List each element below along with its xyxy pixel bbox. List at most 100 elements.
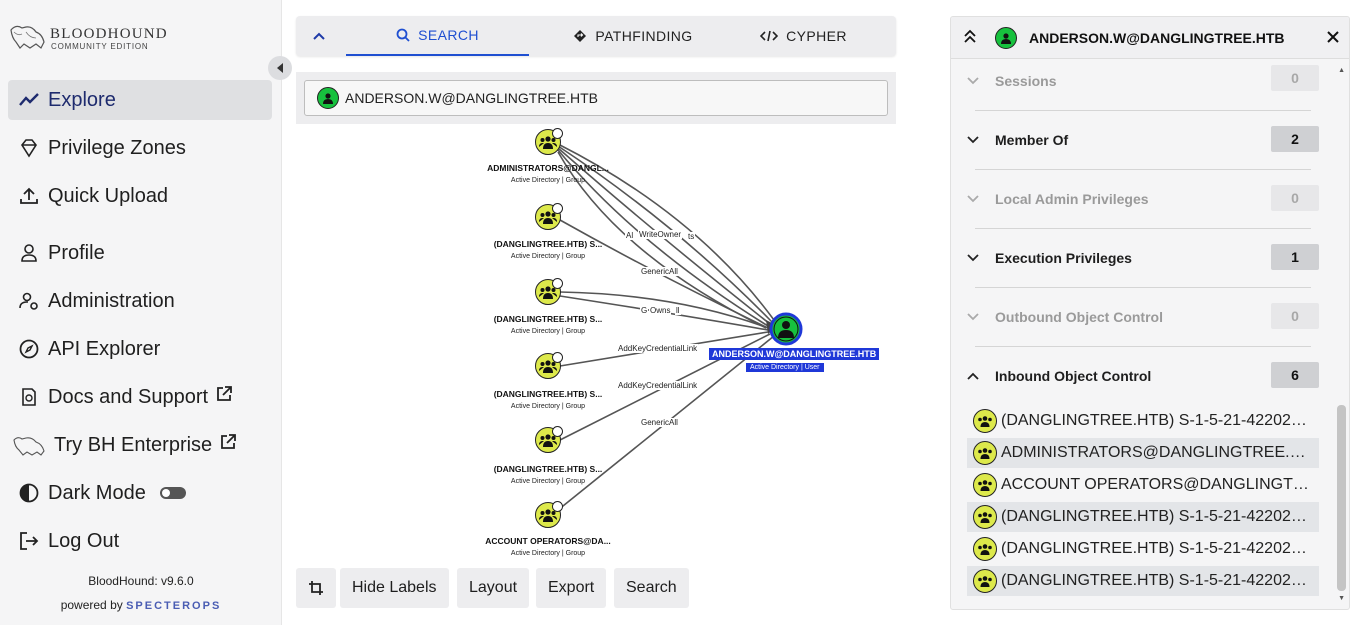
list-item[interactable]: (DANGLINGTREE.HTB) S-1-5-21-4220238... bbox=[967, 406, 1319, 436]
graph-node-label: (DANGLINGTREE.HTB) S... bbox=[493, 389, 603, 399]
edge-label: WriteOwner bbox=[638, 230, 683, 239]
tab-search-label: SEARCH bbox=[418, 27, 479, 43]
gem-icon bbox=[18, 137, 40, 159]
hound-logo-icon bbox=[10, 25, 45, 49]
graph-search-button[interactable]: Search bbox=[614, 568, 689, 608]
graph-node-type: Active Directory | Group bbox=[510, 328, 586, 335]
section-count: 0 bbox=[1271, 65, 1319, 91]
triangle-left-icon bbox=[277, 63, 283, 73]
directions-icon bbox=[573, 29, 587, 43]
tier-zero-badge-icon bbox=[552, 278, 563, 289]
nav-quick-upload-label: Quick Upload bbox=[48, 184, 169, 207]
graph-node-label: ACCOUNT OPERATORS@DA... bbox=[485, 536, 611, 546]
graph-node-label: (DANGLINGTREE.HTB) S... bbox=[493, 314, 603, 324]
list-item[interactable]: (DANGLINGTREE.HTB) S-1-5-21-4220238... bbox=[967, 502, 1319, 532]
collapse-search-button[interactable] bbox=[306, 25, 332, 47]
tier-zero-badge-icon bbox=[552, 426, 563, 437]
graph-node-type: Active Directory | Group bbox=[510, 253, 586, 260]
dark-mode-toggle[interactable] bbox=[159, 487, 186, 499]
nav-dark-mode-label: Dark Mode bbox=[48, 481, 146, 504]
section-execution-privileges[interactable]: Execution Privileges 1 bbox=[963, 238, 1319, 278]
nav-log-out[interactable]: Log Out bbox=[8, 521, 272, 561]
nav-explore[interactable]: Explore bbox=[8, 80, 272, 120]
scrollbar-thumb[interactable] bbox=[1337, 405, 1346, 591]
sidebar: BLOODHOUND COMMUNITY EDITION Explore Pri… bbox=[0, 0, 292, 625]
nav-log-out-label: Log Out bbox=[48, 529, 120, 552]
group-icon bbox=[973, 505, 997, 529]
group-icon bbox=[973, 569, 997, 593]
section-inbound-object-control[interactable]: Inbound Object Control 6 bbox=[963, 356, 1319, 396]
doc-search-icon bbox=[18, 386, 40, 408]
crop-icon bbox=[309, 581, 323, 595]
graph-node-type: Active Directory | Group bbox=[510, 550, 586, 557]
section-local-admin[interactable]: Local Admin Privileges 0 bbox=[963, 179, 1319, 219]
list-item[interactable]: ACCOUNT OPERATORS@DANGLINGTRE... bbox=[967, 470, 1319, 500]
scroll-down-arrow-icon[interactable]: ▼ bbox=[1338, 595, 1345, 602]
compass-icon bbox=[18, 338, 40, 360]
divider bbox=[975, 110, 1311, 111]
section-count: 2 bbox=[1271, 126, 1319, 152]
search-icon bbox=[396, 28, 410, 42]
nav-administration-label: Administration bbox=[48, 289, 175, 312]
entity-panel-header: ANDERSON.W@DANGLINGTREE.HTB bbox=[951, 17, 1349, 59]
edge-label: G bbox=[640, 306, 649, 315]
double-chevron-up-icon bbox=[964, 29, 976, 43]
section-member-of[interactable]: Member Of 2 bbox=[963, 120, 1319, 160]
tier-zero-badge-icon bbox=[552, 128, 563, 139]
layout-button[interactable]: Layout bbox=[457, 568, 530, 608]
list-item-label: (DANGLINGTREE.HTB) S-1-5-21-4220238... bbox=[1001, 508, 1311, 525]
nav-administration[interactable]: Administration bbox=[8, 281, 272, 321]
tab-search[interactable]: SEARCH bbox=[346, 16, 529, 56]
list-item-label: ADMINISTRATORS@DANGLINGTREE.HTB bbox=[1001, 444, 1311, 461]
bloodhound-logo[interactable]: BLOODHOUND COMMUNITY EDITION bbox=[8, 22, 178, 54]
chevron-down-icon bbox=[963, 195, 983, 203]
powered-by: powered by SPECTEROPS bbox=[0, 598, 282, 612]
graph-node-type: Active Directory | Group bbox=[510, 478, 586, 485]
section-label: Execution Privileges bbox=[995, 250, 1132, 266]
person-icon bbox=[18, 242, 40, 264]
group-icon bbox=[973, 409, 997, 433]
section-outbound-object-control[interactable]: Outbound Object Control 0 bbox=[963, 297, 1319, 337]
nav-try-bh-enterprise[interactable]: Try BH Enterprise bbox=[8, 425, 272, 465]
section-count: 6 bbox=[1271, 362, 1319, 388]
nav-api-explorer[interactable]: API Explorer bbox=[8, 329, 272, 369]
section-count: 1 bbox=[1271, 244, 1319, 270]
section-count: 0 bbox=[1271, 185, 1319, 211]
list-item[interactable]: (DANGLINGTREE.HTB) S-1-5-21-4220238... bbox=[967, 566, 1319, 596]
close-icon[interactable] bbox=[1327, 27, 1339, 48]
nav-dark-mode[interactable]: Dark Mode bbox=[8, 473, 272, 513]
graph-canvas[interactable]: Al WriteOwner ts GenericAll G Owns ll Ad… bbox=[296, 124, 946, 564]
section-sessions[interactable]: Sessions 0 bbox=[963, 61, 1319, 101]
nav-profile[interactable]: Profile bbox=[8, 233, 272, 273]
edge-label: AddKeyCredentialLink bbox=[617, 344, 699, 353]
node-search-input[interactable]: ANDERSON.W@DANGLINGTREE.HTB bbox=[304, 80, 888, 116]
list-item[interactable]: (DANGLINGTREE.HTB) S-1-5-21-4220238... bbox=[967, 534, 1319, 564]
admin-gear-icon bbox=[18, 290, 40, 312]
tab-pathfinding[interactable]: PATHFINDING bbox=[538, 16, 728, 56]
nav-try-bh-enterprise-label: Try BH Enterprise bbox=[54, 433, 213, 456]
scroll-up-arrow-icon[interactable]: ▲ bbox=[1338, 67, 1345, 74]
tab-cypher[interactable]: CYPHER bbox=[736, 16, 871, 56]
collapse-sidebar-button[interactable] bbox=[268, 56, 292, 80]
collapse-panel-button[interactable] bbox=[963, 28, 977, 49]
crop-button[interactable] bbox=[296, 568, 336, 608]
user-node-icon bbox=[995, 26, 1017, 49]
chevron-up-icon bbox=[963, 372, 983, 380]
entity-info-panel: ANDERSON.W@DANGLINGTREE.HTB Sessions 0 M… bbox=[950, 16, 1350, 610]
specterops-logo[interactable]: SPECTEROPS bbox=[126, 600, 221, 612]
export-button[interactable]: Export bbox=[536, 568, 607, 608]
tab-cypher-label: CYPHER bbox=[786, 28, 847, 44]
target-node-type: Active Directory | User bbox=[746, 363, 824, 372]
hide-labels-button[interactable]: Hide Labels bbox=[340, 568, 449, 608]
list-item[interactable]: ADMINISTRATORS@DANGLINGTREE.HTB bbox=[967, 438, 1319, 468]
target-node-label: ANDERSON.W@DANGLINGTREE.HTB bbox=[709, 348, 880, 360]
search-area: ANDERSON.W@DANGLINGTREE.HTB bbox=[296, 72, 896, 124]
divider bbox=[975, 287, 1311, 288]
nav-privilege-zones[interactable]: Privilege Zones bbox=[8, 128, 272, 168]
nav-docs-support[interactable]: Docs and Support bbox=[8, 377, 272, 417]
bloodhound-app: BLOODHOUND COMMUNITY EDITION Explore Pri… bbox=[0, 0, 1366, 625]
edge-label: ll bbox=[675, 306, 681, 315]
chevron-down-icon bbox=[963, 77, 983, 85]
code-icon bbox=[760, 29, 779, 43]
nav-quick-upload[interactable]: Quick Upload bbox=[8, 176, 272, 216]
